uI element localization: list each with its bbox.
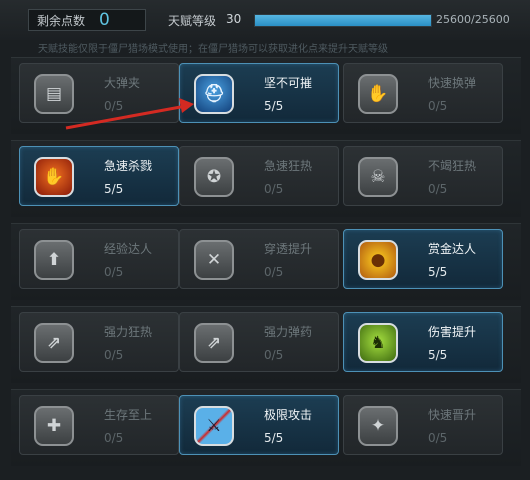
talent-level: 0/5 bbox=[104, 99, 124, 113]
talent-level: 0/5 bbox=[264, 265, 284, 279]
talent-name: 快速换弹 bbox=[428, 76, 477, 90]
talent-card[interactable]: ☠ 不竭狂热 0/5 bbox=[343, 146, 503, 206]
talent-level: 0/5 bbox=[104, 348, 124, 362]
talent-card[interactable]: ▤ 大弹夹 0/5 bbox=[19, 63, 179, 123]
talent-name: 强力弹药 bbox=[264, 325, 313, 339]
talent-name: 急速狂热 bbox=[264, 159, 313, 173]
magazine-icon: ▤ bbox=[34, 74, 74, 114]
slash-attack-icon: ⚔ bbox=[194, 406, 234, 446]
talent-row: ✚ 生存至上 0/5 ⚔ 极限攻击 5/5 ✦ 快速晋升 0/5 bbox=[11, 389, 521, 466]
medkit-icon: ✚ bbox=[34, 406, 74, 446]
talent-level: 5/5 bbox=[428, 265, 448, 279]
remaining-points-value: 0 bbox=[99, 10, 110, 30]
talent-card[interactable]: ⬆ 经验达人 0/5 bbox=[19, 229, 179, 289]
talent-level: 5/5 bbox=[104, 182, 124, 196]
pierce-icon: ✕ bbox=[194, 240, 234, 280]
xp-progress-bar bbox=[254, 14, 432, 27]
talent-level: 0/5 bbox=[104, 431, 124, 445]
talent-name: 经验达人 bbox=[104, 242, 153, 256]
talent-name: 伤害提升 bbox=[428, 325, 477, 339]
talent-row: ⇗ 强力狂热 0/5 ⇗ 强力弹药 0/5 ♞ 伤害提升 5/5 bbox=[11, 306, 521, 383]
talent-level: 5/5 bbox=[264, 431, 284, 445]
talent-level: 5/5 bbox=[428, 348, 448, 362]
zombie-dog-icon: ♞ bbox=[358, 323, 398, 363]
talent-name: 大弹夹 bbox=[104, 76, 141, 90]
skull-icon: ☠ bbox=[358, 157, 398, 197]
talent-header: 剩余点数 0 天赋等级 30 25600/25600 bbox=[0, 0, 530, 40]
talent-hint: 天赋技能仅限于僵尸猎场模式使用；在僵尸猎场可以获取进化点来提升天赋等级 bbox=[38, 44, 388, 55]
talent-row: ▤ 大弹夹 0/5 ⛑ 坚不可摧 5/5 ✋ 快速换弹 0/5 bbox=[11, 57, 521, 134]
talent-level-label: 天赋等级 bbox=[168, 14, 217, 28]
talent-row: ✋ 急速杀戮 5/5 ✪ 急速狂热 0/5 ☠ 不竭狂热 0/5 bbox=[11, 140, 521, 217]
talent-card[interactable]: ● 赏金达人 5/5 bbox=[343, 229, 503, 289]
talent-level: 0/5 bbox=[428, 99, 448, 113]
talent-card[interactable]: ⇗ 强力弹药 0/5 bbox=[179, 312, 339, 372]
talent-level: 5/5 bbox=[264, 99, 284, 113]
talent-level: 0/5 bbox=[428, 431, 448, 445]
talent-name: 极限攻击 bbox=[264, 408, 313, 422]
xp-text: 25600/25600 bbox=[436, 13, 510, 26]
talent-card[interactable]: ⛑ 坚不可摧 5/5 bbox=[179, 63, 339, 123]
hand-reload-icon: ✋ bbox=[358, 74, 398, 114]
talent-level: 0/5 bbox=[264, 348, 284, 362]
talent-level-value: 30 bbox=[226, 12, 242, 26]
talent-name: 赏金达人 bbox=[428, 242, 477, 256]
frenzy-icon: ✪ bbox=[194, 157, 234, 197]
xp-progress-fill bbox=[255, 15, 431, 26]
talent-name: 生存至上 bbox=[104, 408, 153, 422]
talent-name: 不竭狂热 bbox=[428, 159, 477, 173]
remaining-points-label: 剩余点数 bbox=[37, 13, 86, 28]
ammo-icon: ⇗ bbox=[194, 323, 234, 363]
gold-coin-icon: ● bbox=[358, 240, 398, 280]
talent-name: 快速晋升 bbox=[428, 408, 477, 422]
talent-name: 坚不可摧 bbox=[264, 76, 313, 90]
talent-card[interactable]: ⚔ 极限攻击 5/5 bbox=[179, 395, 339, 455]
talent-card[interactable]: ✦ 快速晋升 0/5 bbox=[343, 395, 503, 455]
talent-card[interactable]: ✕ 穿透提升 0/5 bbox=[179, 229, 339, 289]
talent-card[interactable]: ♞ 伤害提升 5/5 bbox=[343, 312, 503, 372]
talent-level: 0/5 bbox=[104, 265, 124, 279]
claw-icon: ✋ bbox=[34, 157, 74, 197]
talent-level: 0/5 bbox=[264, 182, 284, 196]
talent-card[interactable]: ⇗ 强力狂热 0/5 bbox=[19, 312, 179, 372]
talent-card[interactable]: ✋ 快速换弹 0/5 bbox=[343, 63, 503, 123]
helmet-icon: ⛑ bbox=[194, 74, 234, 114]
power-frenzy-icon: ⇗ bbox=[34, 323, 74, 363]
talent-name: 急速杀戮 bbox=[104, 159, 153, 173]
talent-row: ⬆ 经验达人 0/5 ✕ 穿透提升 0/5 ● 赏金达人 5/5 bbox=[11, 223, 521, 300]
exp-up-icon: ⬆ bbox=[34, 240, 74, 280]
talent-name: 穿透提升 bbox=[264, 242, 313, 256]
talent-card[interactable]: ✋ 急速杀戮 5/5 bbox=[19, 146, 179, 206]
talent-card[interactable]: ✚ 生存至上 0/5 bbox=[19, 395, 179, 455]
promotion-icon: ✦ bbox=[358, 406, 398, 446]
talent-name: 强力狂热 bbox=[104, 325, 153, 339]
remaining-points: 剩余点数 0 bbox=[28, 9, 146, 31]
talent-level: 0/5 bbox=[428, 182, 448, 196]
talent-card[interactable]: ✪ 急速狂热 0/5 bbox=[179, 146, 339, 206]
